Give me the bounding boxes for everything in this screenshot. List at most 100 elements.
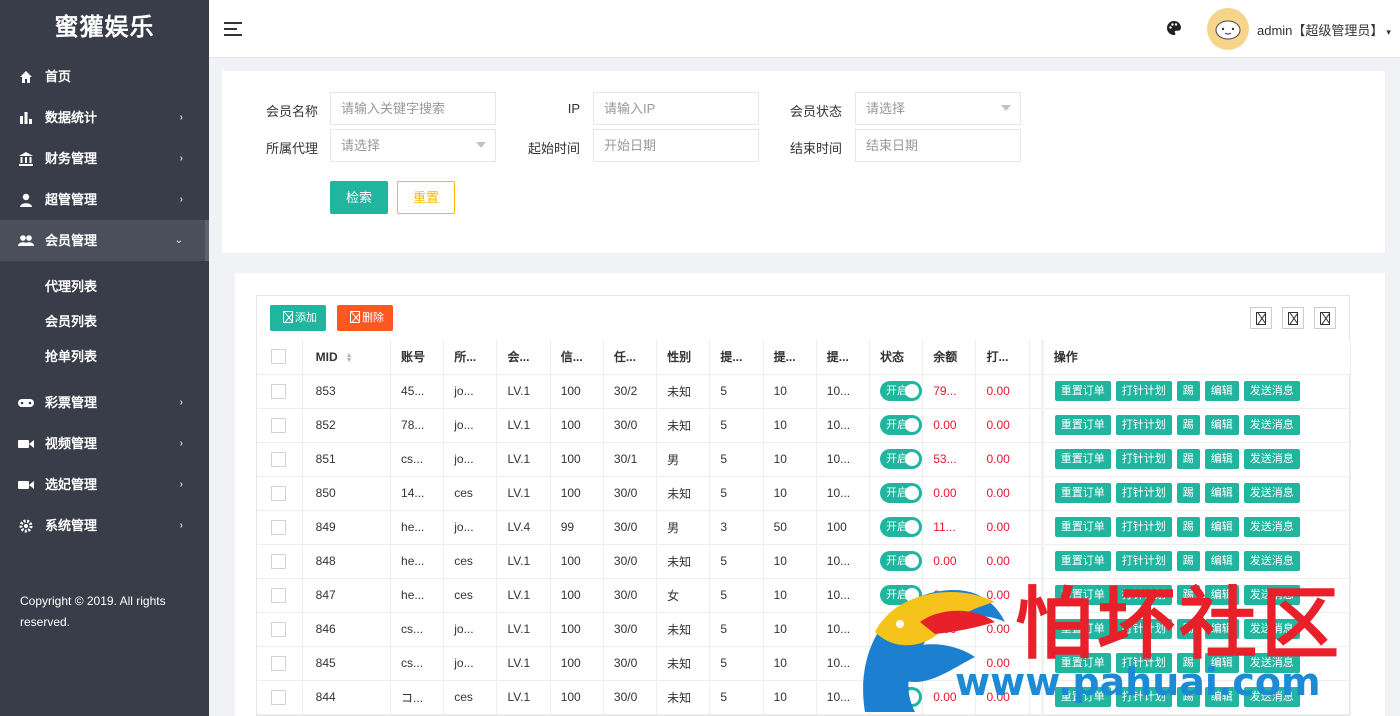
ip-input[interactable]: 请输入IP <box>593 92 759 125</box>
column-header[interactable]: 提... <box>709 340 764 375</box>
menu-toggle-icon[interactable] <box>224 22 242 36</box>
row-action-button[interactable]: 重置订单 <box>1054 619 1111 639</box>
column-header[interactable]: 所... <box>443 340 498 375</box>
row-checkbox[interactable] <box>271 655 286 671</box>
end-date-input[interactable]: 结束日期 <box>855 129 1021 162</box>
column-header[interactable]: 会... <box>496 340 551 375</box>
row-action-button[interactable]: 发送消息 <box>1243 653 1300 673</box>
sort-icon[interactable]: ▲ ▼ <box>346 352 353 364</box>
row-action-button[interactable]: 踢 <box>1176 653 1200 673</box>
submenu-item-1[interactable]: 会员列表 <box>0 304 209 339</box>
row-action-button[interactable]: 踢 <box>1176 551 1200 571</box>
row-action-button[interactable]: 发送消息 <box>1243 381 1300 401</box>
row-action-button[interactable]: 编辑 <box>1204 585 1239 605</box>
column-header[interactable]: 账号 <box>390 340 445 375</box>
column-header[interactable]: 打... <box>975 340 1030 375</box>
row-action-button[interactable]: 踢 <box>1176 381 1200 401</box>
row-action-button[interactable]: 重置订单 <box>1054 687 1111 707</box>
print-icon[interactable] <box>1314 307 1336 329</box>
status-toggle[interactable]: 开启 <box>880 381 922 401</box>
column-header[interactable]: 操作 <box>1040 340 1352 375</box>
sidebar-item-sidebar.menu2-3[interactable]: 系统管理 › <box>0 505 209 546</box>
row-action-button[interactable]: 打针计划 <box>1115 483 1172 503</box>
status-select[interactable]: 请选择 <box>855 92 1021 125</box>
row-action-button[interactable]: 踢 <box>1176 517 1200 537</box>
column-header[interactable]: 状态 <box>869 340 924 375</box>
agent-select[interactable]: 请选择 <box>330 129 496 162</box>
row-checkbox[interactable] <box>271 417 286 433</box>
row-action-button[interactable]: 发送消息 <box>1243 517 1300 537</box>
row-checkbox[interactable] <box>271 519 286 535</box>
row-action-button[interactable]: 发送消息 <box>1243 585 1300 605</box>
columns-filter-icon[interactable] <box>1250 307 1272 329</box>
row-action-button[interactable]: 编辑 <box>1204 415 1239 435</box>
row-action-button[interactable]: 打针计划 <box>1115 449 1172 469</box>
row-checkbox[interactable] <box>271 451 286 467</box>
reset-button[interactable]: 重置 <box>397 181 455 214</box>
member-name-input[interactable]: 请输入关键字搜索 <box>330 92 496 125</box>
column-header[interactable]: 提... <box>816 340 871 375</box>
submenu-item-0[interactable]: 代理列表 <box>0 269 209 304</box>
status-toggle[interactable]: 开启 <box>880 653 922 673</box>
row-action-button[interactable]: 编辑 <box>1204 551 1239 571</box>
row-checkbox[interactable] <box>271 553 286 569</box>
row-action-button[interactable]: 踢 <box>1176 687 1200 707</box>
row-checkbox[interactable] <box>271 689 286 705</box>
column-header[interactable]: MID ▲ ▼ <box>302 340 392 375</box>
row-action-button[interactable]: 编辑 <box>1204 653 1239 673</box>
status-toggle[interactable]: 开启 <box>880 687 922 707</box>
sidebar-item-sidebar.menu2-2[interactable]: 选妃管理 › <box>0 464 209 505</box>
row-action-button[interactable]: 重置订单 <box>1054 517 1111 537</box>
submenu-item-2[interactable]: 抢单列表 <box>0 339 209 374</box>
column-header[interactable]: 信... <box>550 340 604 375</box>
search-button[interactable]: 检索 <box>330 181 388 214</box>
sidebar-item-sidebar.menu-2[interactable]: 财务管理 › <box>0 138 209 179</box>
palette-icon[interactable] <box>1166 20 1182 36</box>
row-action-button[interactable]: 打针计划 <box>1115 619 1172 639</box>
row-action-button[interactable]: 打针计划 <box>1115 687 1172 707</box>
column-header[interactable]: 性别 <box>656 340 711 375</box>
user-menu[interactable]: admin【超级管理员】 ▾ <box>1257 20 1391 39</box>
row-checkbox[interactable] <box>271 587 286 603</box>
row-action-button[interactable]: 踢 <box>1176 449 1200 469</box>
sidebar-item-sidebar.menu2-0[interactable]: 彩票管理 › <box>0 382 209 423</box>
column-header[interactable]: 任... <box>603 340 658 375</box>
row-action-button[interactable]: 发送消息 <box>1243 619 1300 639</box>
row-action-button[interactable]: 重置订单 <box>1054 551 1111 571</box>
avatar[interactable] <box>1207 8 1249 50</box>
column-header[interactable]: 余额 <box>922 340 977 375</box>
delete-button[interactable]: 删除 <box>337 305 393 331</box>
status-toggle[interactable]: 开启 <box>880 415 922 435</box>
sidebar-item-sidebar.menu-4[interactable]: 会员管理 ⌄ <box>0 220 209 261</box>
row-action-button[interactable]: 编辑 <box>1204 381 1239 401</box>
row-action-button[interactable]: 踢 <box>1176 585 1200 605</box>
sidebar-item-sidebar.menu2-1[interactable]: 视频管理 › <box>0 423 209 464</box>
row-action-button[interactable]: 发送消息 <box>1243 687 1300 707</box>
row-action-button[interactable]: 发送消息 <box>1243 415 1300 435</box>
sidebar-item-sidebar.menu-1[interactable]: 数据统计 › <box>0 97 209 138</box>
select-all-checkbox[interactable] <box>271 349 286 365</box>
column-header[interactable]: 提... <box>763 340 817 375</box>
sidebar-item-sidebar.menu-3[interactable]: 超管管理 › <box>0 179 209 220</box>
row-action-button[interactable]: 踢 <box>1176 483 1200 503</box>
row-action-button[interactable]: 编辑 <box>1204 687 1239 707</box>
row-action-button[interactable]: 打针计划 <box>1115 415 1172 435</box>
status-toggle[interactable]: 开启 <box>880 483 922 503</box>
status-toggle[interactable]: 开启 <box>880 517 922 537</box>
row-checkbox[interactable] <box>271 383 286 399</box>
row-action-button[interactable]: 重置订单 <box>1054 483 1111 503</box>
row-action-button[interactable]: 打针计划 <box>1115 653 1172 673</box>
status-toggle[interactable]: 开启 <box>880 619 922 639</box>
row-action-button[interactable]: 重置订单 <box>1054 449 1111 469</box>
row-action-button[interactable]: 重置订单 <box>1054 653 1111 673</box>
row-action-button[interactable]: 重置订单 <box>1054 585 1111 605</box>
row-action-button[interactable]: 重置订单 <box>1054 415 1111 435</box>
status-toggle[interactable]: 开启 <box>880 585 922 605</box>
row-action-button[interactable]: 打针计划 <box>1115 517 1172 537</box>
sidebar-item-sidebar.menu-0[interactable]: 首页 <box>0 56 209 97</box>
row-action-button[interactable]: 编辑 <box>1204 619 1239 639</box>
row-action-button[interactable]: 打针计划 <box>1115 585 1172 605</box>
row-action-button[interactable]: 发送消息 <box>1243 551 1300 571</box>
add-button[interactable]: 添加 <box>270 305 326 331</box>
row-action-button[interactable]: 编辑 <box>1204 517 1239 537</box>
